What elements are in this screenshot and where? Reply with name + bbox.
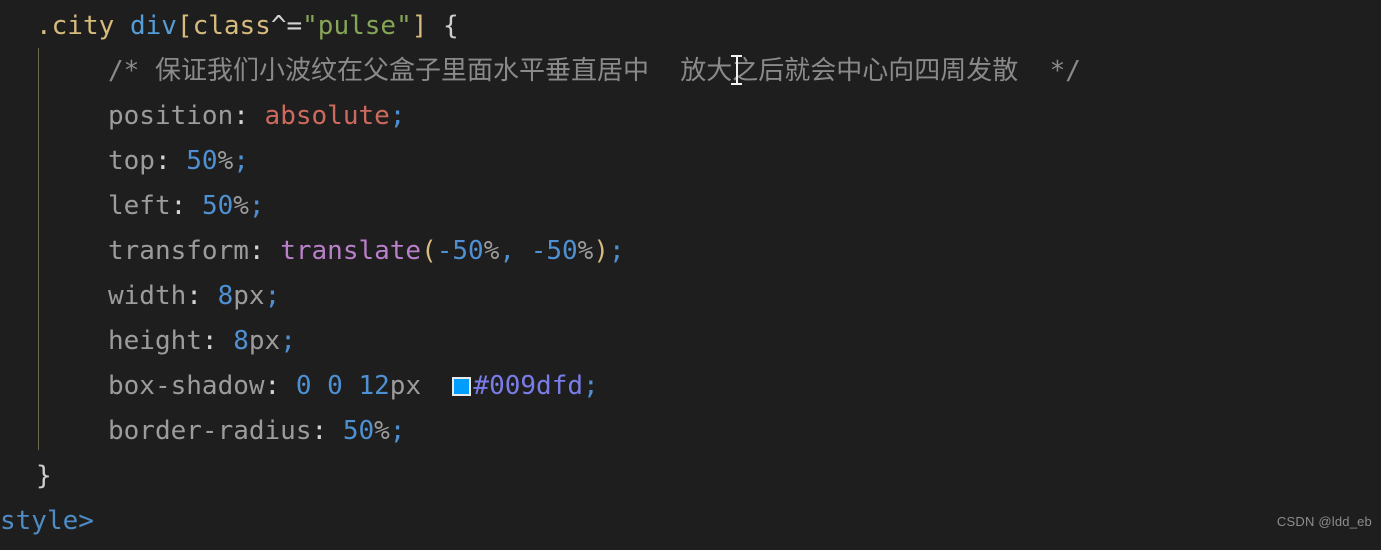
- attr-bracket-open: [: [176, 11, 193, 41]
- css-property-border-radius: border-radius: [108, 416, 312, 446]
- css-value-absolute: absolute: [264, 101, 390, 131]
- semicolon: ;: [280, 326, 296, 356]
- color-swatch-icon[interactable]: [452, 377, 472, 396]
- semicolon: ;: [583, 371, 599, 401]
- css-value-number: 8: [217, 281, 234, 311]
- semicolon: ;: [389, 416, 406, 446]
- code-line-8[interactable]: height: 8px;: [0, 319, 1381, 364]
- code-line-4[interactable]: top: 50%;: [0, 139, 1381, 184]
- css-value-unit: px: [248, 326, 281, 356]
- css-comment: /* 保证我们小波纹在父盒子里面水平垂直居中 放大之后就会中心向四周发散 */: [108, 56, 1081, 86]
- semicolon: ;: [389, 101, 406, 131]
- code-line-6[interactable]: transform: translate(-50%, -50%);: [0, 229, 1381, 274]
- colon: :: [233, 101, 249, 131]
- colon: :: [264, 371, 281, 401]
- colon: :: [311, 416, 328, 446]
- code-line-3[interactable]: position: absolute;: [0, 94, 1381, 139]
- translate-arg-y-number: -50: [530, 236, 578, 266]
- translate-arg-x-number: -50: [436, 236, 484, 266]
- box-shadow-offset-x: 0: [295, 371, 312, 401]
- translate-arg-x-unit: %: [483, 236, 500, 266]
- code-line-11[interactable]: }: [0, 454, 1381, 499]
- css-value-unit: px: [233, 281, 265, 311]
- css-property-position: position: [108, 101, 234, 131]
- html-closing-style-tag: style>: [0, 506, 94, 536]
- colon: :: [248, 236, 265, 266]
- css-function-translate: translate: [280, 236, 422, 266]
- css-property-height: height: [108, 326, 202, 356]
- box-shadow-color-hex: #009dfd: [473, 371, 583, 401]
- watermark-label: CSDN @ldd_eb: [1276, 514, 1372, 529]
- css-value-unit: %: [374, 416, 390, 446]
- code-line-9[interactable]: box-shadow: 0 0 12px #009dfd;: [0, 364, 1381, 409]
- css-property-top: top: [108, 146, 155, 176]
- semicolon: ;: [608, 236, 625, 266]
- code-line-5[interactable]: left: 50%;: [0, 184, 1381, 229]
- rule-brace-close: }: [36, 461, 52, 491]
- css-attribute-value: "pulse": [302, 11, 412, 41]
- css-attribute-name: class: [192, 11, 271, 41]
- colon: :: [154, 146, 171, 176]
- code-line-12[interactable]: style>: [0, 499, 1381, 544]
- css-value-number: 50: [186, 146, 218, 176]
- code-line-7[interactable]: width: 8px;: [0, 274, 1381, 319]
- box-shadow-blur-unit: px: [389, 371, 422, 401]
- css-property-width: width: [108, 281, 187, 311]
- translate-arg-y-unit: %: [577, 236, 594, 266]
- css-selector-class: .city: [36, 11, 115, 41]
- css-selector-tag: div: [129, 11, 177, 41]
- css-property-transform: transform: [108, 236, 249, 266]
- rule-brace-open: {: [443, 11, 459, 41]
- css-attribute-operator: ^=: [270, 11, 303, 41]
- comma: ,: [499, 236, 516, 266]
- paren-open: (: [421, 236, 437, 266]
- css-value-number: 50: [201, 191, 234, 221]
- attr-bracket-close: ]: [411, 11, 428, 41]
- code-editor-pane[interactable]: .city div[class^="pulse"] { /* 保证我们小波纹在父…: [0, 0, 1381, 550]
- semicolon: ;: [264, 281, 281, 311]
- code-surface[interactable]: .city div[class^="pulse"] { /* 保证我们小波纹在父…: [0, 0, 1381, 550]
- colon: :: [170, 191, 187, 221]
- colon: :: [186, 281, 202, 311]
- box-shadow-blur-number: 12: [358, 371, 390, 401]
- code-line-10[interactable]: border-radius: 50%;: [0, 409, 1381, 454]
- css-property-left: left: [108, 191, 171, 221]
- css-property-box-shadow: box-shadow: [108, 371, 265, 401]
- css-value-unit: %: [217, 146, 234, 176]
- css-value-unit: %: [233, 191, 249, 221]
- code-line-1[interactable]: .city div[class^="pulse"] {: [0, 4, 1381, 49]
- semicolon: ;: [248, 191, 265, 221]
- paren-close: ): [593, 236, 609, 266]
- css-value-number: 50: [342, 416, 375, 446]
- colon: :: [201, 326, 218, 356]
- code-line-2[interactable]: /* 保证我们小波纹在父盒子里面水平垂直居中 放大之后就会中心向四周发散 */: [0, 49, 1381, 94]
- semicolon: ;: [233, 146, 249, 176]
- css-value-number: 8: [233, 326, 249, 356]
- box-shadow-offset-y: 0: [327, 371, 343, 401]
